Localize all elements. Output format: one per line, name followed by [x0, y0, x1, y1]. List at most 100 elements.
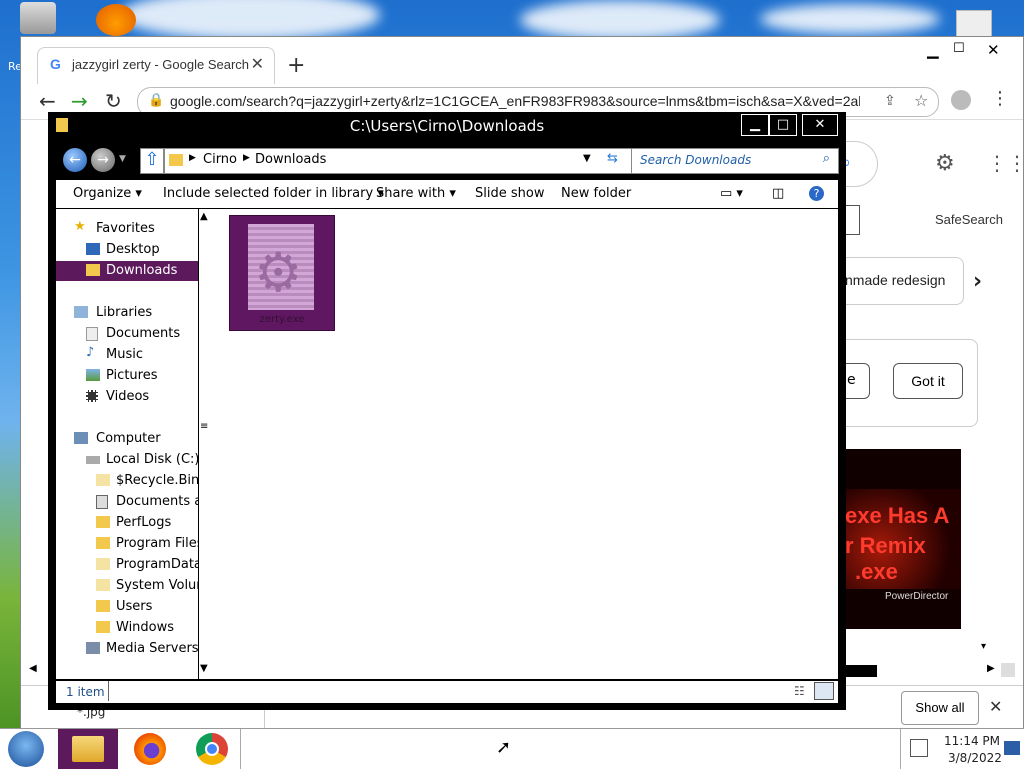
- nav-folder[interactable]: System Volume: [56, 576, 198, 596]
- preview-pane-icon[interactable]: ◫: [772, 186, 784, 201]
- firefox-desktop-icon[interactable]: [96, 4, 136, 36]
- cloud: [760, 4, 940, 34]
- scrollbar-grip-icon[interactable]: ≡: [200, 421, 208, 432]
- folder-icon: [96, 621, 110, 633]
- network-tray-icon[interactable]: [910, 739, 928, 757]
- recycle-bin-icon[interactable]: [20, 2, 56, 34]
- nav-folder[interactable]: Users: [56, 597, 198, 617]
- nav-label: Documents and: [116, 494, 198, 509]
- nav-local-disk[interactable]: Local Disk (C:): [56, 450, 198, 470]
- nav-folder[interactable]: Documents and: [56, 492, 198, 512]
- video-thumbnail[interactable]: exe Has A r Remix .exe PowerDirector: [845, 449, 961, 629]
- breadcrumb-downloads[interactable]: Downloads: [255, 152, 326, 167]
- status-divider: [108, 681, 109, 701]
- nav-folder[interactable]: PerfLogs: [56, 513, 198, 533]
- new-tab-button[interactable]: +: [287, 53, 305, 78]
- reload-button[interactable]: ↻: [105, 89, 122, 113]
- nav-folder[interactable]: ProgramData: [56, 555, 198, 575]
- recent-pages-dropdown-icon[interactable]: ▼: [119, 154, 126, 164]
- folder-small-icon: [169, 154, 183, 166]
- thumbnail-text: r Remix: [845, 533, 926, 558]
- share-icon[interactable]: ⇪: [884, 93, 896, 109]
- nav-folder[interactable]: Windows: [56, 618, 198, 638]
- horizontal-scrollbar-thumb[interactable]: [841, 665, 877, 677]
- nav-downloads[interactable]: Downloads: [56, 261, 198, 281]
- safesearch-label[interactable]: SafeSearch: [935, 212, 1003, 227]
- nav-videos[interactable]: Videos: [56, 387, 198, 407]
- file-item[interactable]: ⚙ zerty.exe: [229, 215, 335, 331]
- nav-media-servers[interactable]: Media Servers: [56, 639, 198, 659]
- nav-documents[interactable]: Documents: [56, 324, 198, 344]
- settings-gear-icon[interactable]: ⚙: [935, 151, 955, 176]
- search-magnifier-icon[interactable]: ⌕: [823, 151, 830, 166]
- nav-pictures[interactable]: Pictures: [56, 366, 198, 386]
- chrome-menu-icon[interactable]: ⋮: [991, 88, 1009, 109]
- breadcrumb-cirno[interactable]: Cirno: [203, 152, 237, 167]
- new-folder-button[interactable]: New folder: [561, 186, 631, 201]
- firefox-taskbar-icon[interactable]: [134, 733, 166, 765]
- explorer-maximize-button[interactable]: □: [769, 114, 797, 136]
- nav-label: Libraries: [96, 305, 153, 320]
- scroll-left-arrow[interactable]: ◀: [29, 663, 37, 674]
- minimize-button[interactable]: ▁: [927, 41, 939, 59]
- folder-icon: [96, 579, 110, 591]
- nav-folder[interactable]: $Recycle.Bin: [56, 471, 198, 491]
- executable-file-icon: ⚙: [248, 224, 314, 310]
- organize-menu[interactable]: Organize ▾: [73, 186, 142, 201]
- maximize-button[interactable]: ☐: [953, 41, 965, 56]
- change-view-icon[interactable]: ▭ ▾: [720, 186, 743, 201]
- nav-libraries[interactable]: Libraries: [56, 303, 198, 323]
- help-icon[interactable]: ?: [809, 186, 824, 201]
- nav-folder[interactable]: Program Files: [56, 534, 198, 554]
- address-dropdown-icon[interactable]: ▼: [583, 153, 591, 164]
- documents-icon: [86, 327, 98, 341]
- url-text: google.com/search?q=jazzygirl+zerty&rlz=…: [170, 93, 860, 109]
- browser-tab[interactable]: G jazzygirl zerty - Google Search ✕: [37, 47, 275, 84]
- explorer-titlebar[interactable]: C:\Users\Cirno\Downloads ▁ □ ✕: [48, 112, 846, 140]
- close-download-bar-icon[interactable]: ✕: [989, 697, 1002, 716]
- related-search-chip[interactable]: nmade redesign: [845, 257, 964, 305]
- explorer-minimize-button[interactable]: ▁: [741, 114, 769, 136]
- got-it-button[interactable]: Got it: [893, 363, 963, 399]
- refresh-icon[interactable]: ⇆: [607, 151, 618, 166]
- nav-computer[interactable]: Computer: [56, 429, 198, 449]
- chrome-taskbar-icon[interactable]: [196, 733, 228, 765]
- back-arrow-icon[interactable]: ←: [63, 148, 87, 172]
- share-with-menu[interactable]: Share with ▾: [376, 186, 456, 201]
- scroll-up-arrow[interactable]: ▲: [200, 211, 208, 222]
- page-scroll-down[interactable]: ▾: [981, 641, 995, 655]
- explorer-address-bar[interactable]: ▶ Cirno ▶ Downloads ▼ ⇆: [164, 148, 632, 174]
- nav-music[interactable]: ♪ Music: [56, 345, 198, 365]
- close-window-button[interactable]: ✕: [987, 41, 1000, 59]
- taskbar-explorer-button[interactable]: [58, 729, 118, 769]
- forward-button[interactable]: →: [71, 89, 88, 113]
- slide-show-button[interactable]: Slide show: [475, 186, 544, 201]
- clock-date[interactable]: 3/8/2022: [948, 751, 1002, 765]
- apps-grid-icon[interactable]: ⋮⋮: [987, 151, 1024, 175]
- clock-time[interactable]: 11:14 PM: [944, 734, 1000, 748]
- large-icons-view-icon[interactable]: [814, 682, 834, 700]
- forward-arrow-icon[interactable]: →: [91, 148, 115, 172]
- scroll-down-arrow[interactable]: ▼: [200, 663, 208, 674]
- profile-avatar[interactable]: [951, 90, 971, 110]
- back-button[interactable]: ←: [39, 89, 56, 113]
- details-view-icon[interactable]: ☷: [794, 684, 805, 698]
- bookmark-star-icon[interactable]: ☆: [914, 91, 928, 110]
- explorer-close-button[interactable]: ✕: [802, 114, 838, 136]
- close-tab-icon[interactable]: ✕: [251, 54, 264, 73]
- explorer-search-box[interactable]: Search Downloads ⌕: [631, 148, 839, 174]
- include-in-library-menu[interactable]: Include selected folder in library ▾: [163, 186, 384, 201]
- nav-label: ProgramData: [116, 557, 198, 572]
- show-all-button[interactable]: Show all: [901, 691, 979, 725]
- scroll-right-arrow[interactable]: ▶: [987, 663, 995, 674]
- explorer-window: C:\Users\Cirno\Downloads ▁ □ ✕ ← → ▼ ⇧ ▶…: [48, 112, 846, 710]
- partial-button[interactable]: e: [845, 363, 870, 399]
- chevron-right-icon[interactable]: ›: [973, 269, 982, 294]
- up-folder-icon[interactable]: ⇧: [140, 148, 164, 174]
- nav-favorites[interactable]: ★ Favorites: [56, 219, 198, 239]
- nav-pane-scrollbar[interactable]: ▲ ≡ ▼: [198, 209, 213, 679]
- show-desktop-icon[interactable]: [1004, 741, 1020, 755]
- disk-icon: [86, 456, 100, 464]
- start-button[interactable]: [8, 731, 44, 767]
- nav-desktop[interactable]: Desktop: [56, 240, 198, 260]
